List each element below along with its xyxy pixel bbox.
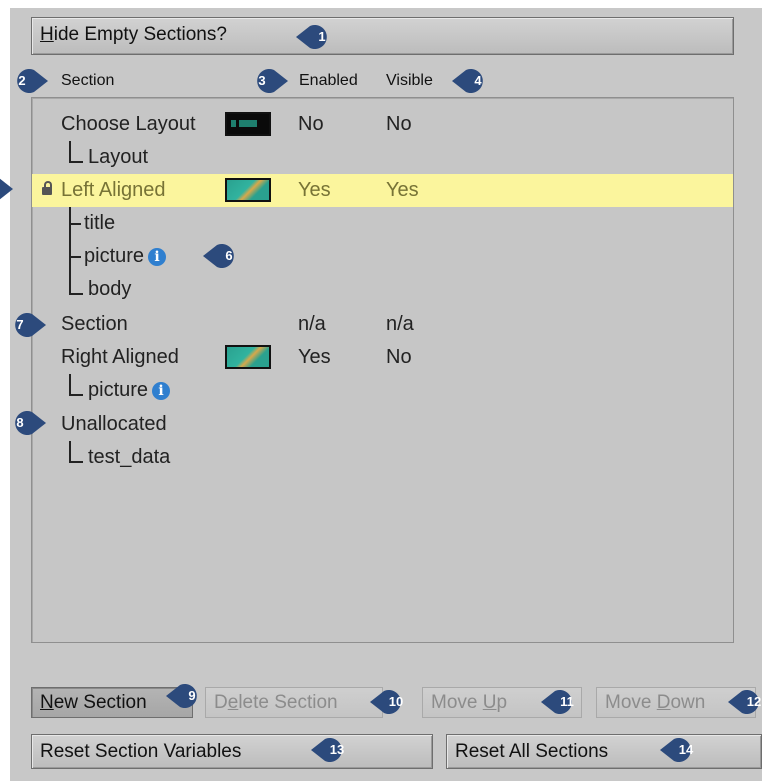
callout-number: 4 [474, 73, 482, 88]
label-post: lete Section [238, 692, 338, 713]
visible-value: n/a [386, 313, 414, 335]
mnemonic: N [40, 692, 54, 713]
callout-4: 4 [452, 68, 492, 94]
label-pre: Move [431, 692, 483, 713]
visible-value: No [386, 113, 412, 135]
child-name: body [88, 278, 132, 300]
section-name: Right Aligned [61, 346, 179, 368]
callout-number: 3 [258, 73, 266, 88]
child-name: picture i [88, 379, 171, 402]
callout-number: 6 [225, 248, 233, 263]
info-icon[interactable]: i [152, 382, 171, 400]
reset-all-sections-button[interactable]: Reset All Sections [446, 734, 762, 769]
column-header-section: Section [61, 72, 115, 89]
section-row-left-aligned[interactable]: Left Aligned Yes Yes [32, 174, 733, 207]
tree-connector [69, 141, 83, 163]
child-row-body[interactable]: body [32, 273, 733, 306]
mnemonic: e [227, 692, 239, 713]
callout-1: 1 [296, 24, 336, 50]
tree-connector [69, 240, 81, 258]
child-label: picture [88, 379, 149, 401]
child-label: picture [84, 245, 145, 267]
callout-number: 1 [318, 29, 326, 44]
callout-2: 2 [8, 68, 48, 94]
mnemonic: U [482, 692, 497, 713]
reset-section-variables-button[interactable]: Reset Section Variables [31, 734, 433, 769]
child-row-test-data[interactable]: test_data [32, 441, 733, 474]
section-row-choose-layout[interactable]: Choose Layout No No [32, 108, 733, 141]
layout-thumbnail [225, 345, 271, 369]
layout-thumbnail [225, 178, 271, 202]
enabled-value: No [298, 113, 324, 135]
callout-number: 13 [329, 742, 345, 757]
label-post: ew Section [53, 692, 147, 713]
label-post: own [670, 692, 706, 713]
section-row-section[interactable]: Section n/a n/a [32, 308, 733, 341]
child-row-layout[interactable]: Layout [32, 141, 733, 174]
tree-connector [69, 441, 83, 463]
enabled-value: n/a [298, 313, 326, 335]
child-name: picture i [84, 245, 167, 268]
lock-icon [42, 181, 52, 195]
callout-8: 8 [6, 410, 46, 436]
delete-section-button[interactable]: Delete Section [205, 687, 383, 718]
callout-number: 9 [188, 688, 196, 703]
child-name: title [84, 212, 116, 234]
child-name: test_data [88, 446, 171, 468]
section-name: Unallocated [61, 413, 167, 435]
layout-thumbnail [225, 112, 271, 136]
section-name: Choose Layout [61, 113, 196, 135]
child-row-picture-2[interactable]: picture i [32, 374, 733, 407]
callout-6: 6 [203, 243, 243, 269]
tree-connector [69, 273, 83, 295]
label-pre: Move [605, 692, 657, 713]
mnemonic: D [656, 692, 671, 713]
section-list[interactable]: Choose Layout No No Layout Left Aligned … [31, 97, 734, 643]
button-label: ide Empty Sections? [53, 24, 227, 45]
callout-number: 12 [746, 694, 762, 709]
callout-number: 7 [16, 317, 24, 332]
enabled-value: Yes [298, 346, 331, 368]
info-icon[interactable]: i [148, 248, 167, 266]
callout-5: 5 [0, 176, 13, 202]
callout-3: 3 [248, 68, 288, 94]
callout-13: 13 [311, 737, 351, 763]
callout-7: 7 [6, 312, 46, 338]
section-name: Section [61, 313, 128, 335]
callout-10: 10 [370, 689, 410, 715]
column-header-visible: Visible [386, 72, 433, 89]
child-row-title[interactable]: title [32, 207, 733, 240]
section-row-right-aligned[interactable]: Right Aligned Yes No [32, 341, 733, 374]
visible-value: Yes [386, 179, 419, 201]
column-header-enabled: Enabled [299, 72, 358, 89]
callout-14: 14 [660, 737, 700, 763]
callout-number: 11 [560, 694, 574, 709]
callout-number: 14 [678, 742, 694, 757]
callout-12: 12 [728, 689, 768, 715]
child-name: Layout [88, 146, 149, 168]
callout-9: 9 [166, 683, 206, 709]
tree-connector [69, 374, 83, 396]
hide-empty-sections-button[interactable]: Hide Empty Sections? [31, 17, 734, 55]
callout-number: 2 [18, 73, 26, 88]
callout-11: 11 [541, 689, 581, 715]
child-row-picture[interactable]: picture i [32, 240, 733, 273]
callout-number: 8 [16, 415, 24, 430]
label-pre: D [214, 692, 228, 713]
tree-connector [69, 207, 81, 225]
label-post: p [496, 692, 508, 713]
enabled-value: Yes [298, 179, 331, 201]
section-row-unallocated[interactable]: Unallocated [32, 408, 733, 441]
section-name: Left Aligned [61, 179, 166, 201]
visible-value: No [386, 346, 412, 368]
callout-number: 10 [388, 694, 404, 709]
mnemonic: H [40, 24, 54, 45]
